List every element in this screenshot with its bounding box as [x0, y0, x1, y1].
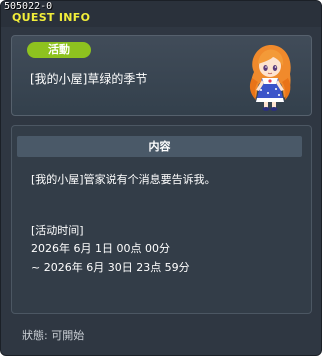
quest-info-window: 505022-0 QUEST INFO 活動 [我的小屋]草绿的季节 内容 [我…: [0, 0, 322, 356]
activity-badge: 活動: [27, 42, 91, 58]
npc-portrait-icon: [249, 44, 291, 111]
status-value: 可開始: [51, 329, 85, 342]
content-section-title: 内容: [17, 136, 302, 157]
quest-description: [我的小屋]管家说有个消息要告诉我。: [31, 173, 216, 186]
quest-header-panel: 活動 [我的小屋]草绿的季节: [11, 35, 312, 116]
quest-content-panel: 内容 [我的小屋]管家说有个消息要告诉我。 [活动时间] 2026年 6月 1日…: [11, 125, 312, 314]
status-label: 狀態:: [22, 329, 52, 342]
window-title: QUEST INFO: [12, 11, 91, 24]
quest-status: 狀態: 可開始: [22, 329, 84, 342]
event-time-start: 2026年 6月 1日 00点 00分: [31, 242, 170, 255]
event-time-label: [活动时间]: [31, 224, 84, 237]
title-bar[interactable]: 505022-0 QUEST INFO: [1, 1, 321, 27]
event-time-end: ~ 2026年 6月 30日 23点 59分: [31, 261, 190, 274]
quest-name: [我的小屋]草绿的季节: [30, 72, 148, 86]
